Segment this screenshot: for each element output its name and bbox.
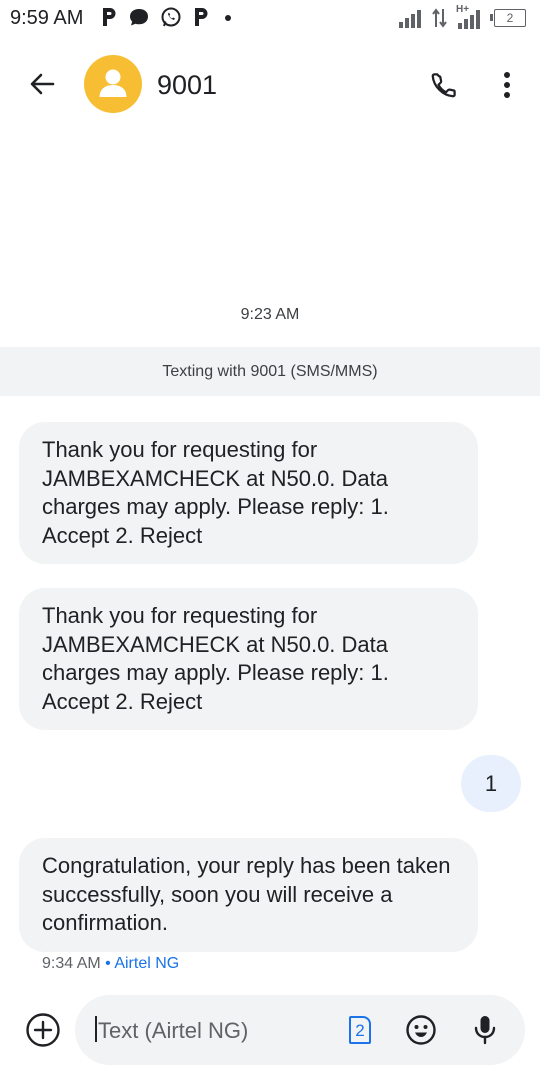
message-text: Thank you for requesting for JAMBEXAMCHE… xyxy=(42,603,389,714)
text-cursor xyxy=(95,1016,97,1042)
info-banner-text: Texting with 9001 (SMS/MMS) xyxy=(162,362,378,380)
message-input-placeholder: Text (Airtel NG) xyxy=(98,1018,249,1043)
add-circle-icon xyxy=(26,1013,60,1047)
status-time: 9:59 AM xyxy=(10,7,84,29)
incoming-message[interactable]: Thank you for requesting for JAMBEXAMCHE… xyxy=(19,588,478,730)
message-time: 9:34 AM xyxy=(42,955,101,972)
message-text: 1 xyxy=(484,770,498,796)
message-text: Thank you for requesting for JAMBEXAMCHE… xyxy=(42,437,389,548)
sim-label: 2 xyxy=(355,1020,365,1040)
whatsapp-icon xyxy=(161,7,181,27)
status-bar: 9:59 AM H+ 2 xyxy=(0,0,540,36)
outgoing-message[interactable]: 1 xyxy=(461,755,521,812)
call-button[interactable] xyxy=(421,62,467,108)
sim-selector-button[interactable]: 2 xyxy=(343,1013,377,1047)
p-app-icon xyxy=(103,8,116,26)
message-text: Congratulation, your reply has been take… xyxy=(42,853,451,935)
message-input[interactable]: Text (Airtel NG) xyxy=(95,1016,248,1044)
battery-icon: 2 xyxy=(490,9,526,27)
signal-hplus-icon: H+ xyxy=(456,4,486,30)
mic-icon xyxy=(474,1016,496,1045)
incoming-message[interactable]: Congratulation, your reply has been take… xyxy=(19,838,478,952)
phone-icon xyxy=(431,73,456,98)
message-meta: 9:34 AM • Airtel NG xyxy=(42,955,179,973)
message-carrier: Airtel NG xyxy=(114,955,180,972)
meta-separator: • xyxy=(105,955,111,972)
incoming-message[interactable]: Thank you for requesting for JAMBEXAMCHE… xyxy=(19,422,478,564)
compose-bar: Text (Airtel NG) 2 xyxy=(75,995,525,1065)
emoji-icon xyxy=(406,1015,436,1045)
more-vert-icon xyxy=(504,72,510,98)
emoji-button[interactable] xyxy=(403,1012,439,1048)
p-app-icon xyxy=(195,8,208,26)
dot-icon xyxy=(225,15,231,21)
more-options-button[interactable] xyxy=(485,62,529,108)
person-icon xyxy=(99,69,127,97)
data-arrows-icon xyxy=(432,8,447,28)
conversation-timestamp: 9:23 AM xyxy=(240,306,300,323)
contact-name[interactable]: 9001 xyxy=(157,70,217,101)
avatar[interactable] xyxy=(84,55,142,113)
signal-icon xyxy=(399,10,421,28)
message-icon xyxy=(130,9,148,26)
sim-icon: 2 xyxy=(349,1016,371,1044)
app-bar: 9001 xyxy=(0,36,540,132)
arrow-back-icon xyxy=(30,73,55,95)
back-button[interactable] xyxy=(20,62,64,106)
voice-input-button[interactable] xyxy=(467,1012,503,1048)
info-banner: Texting with 9001 (SMS/MMS) xyxy=(0,347,540,396)
battery-label: 2 xyxy=(506,11,514,25)
add-attachment-button[interactable] xyxy=(22,1009,64,1051)
